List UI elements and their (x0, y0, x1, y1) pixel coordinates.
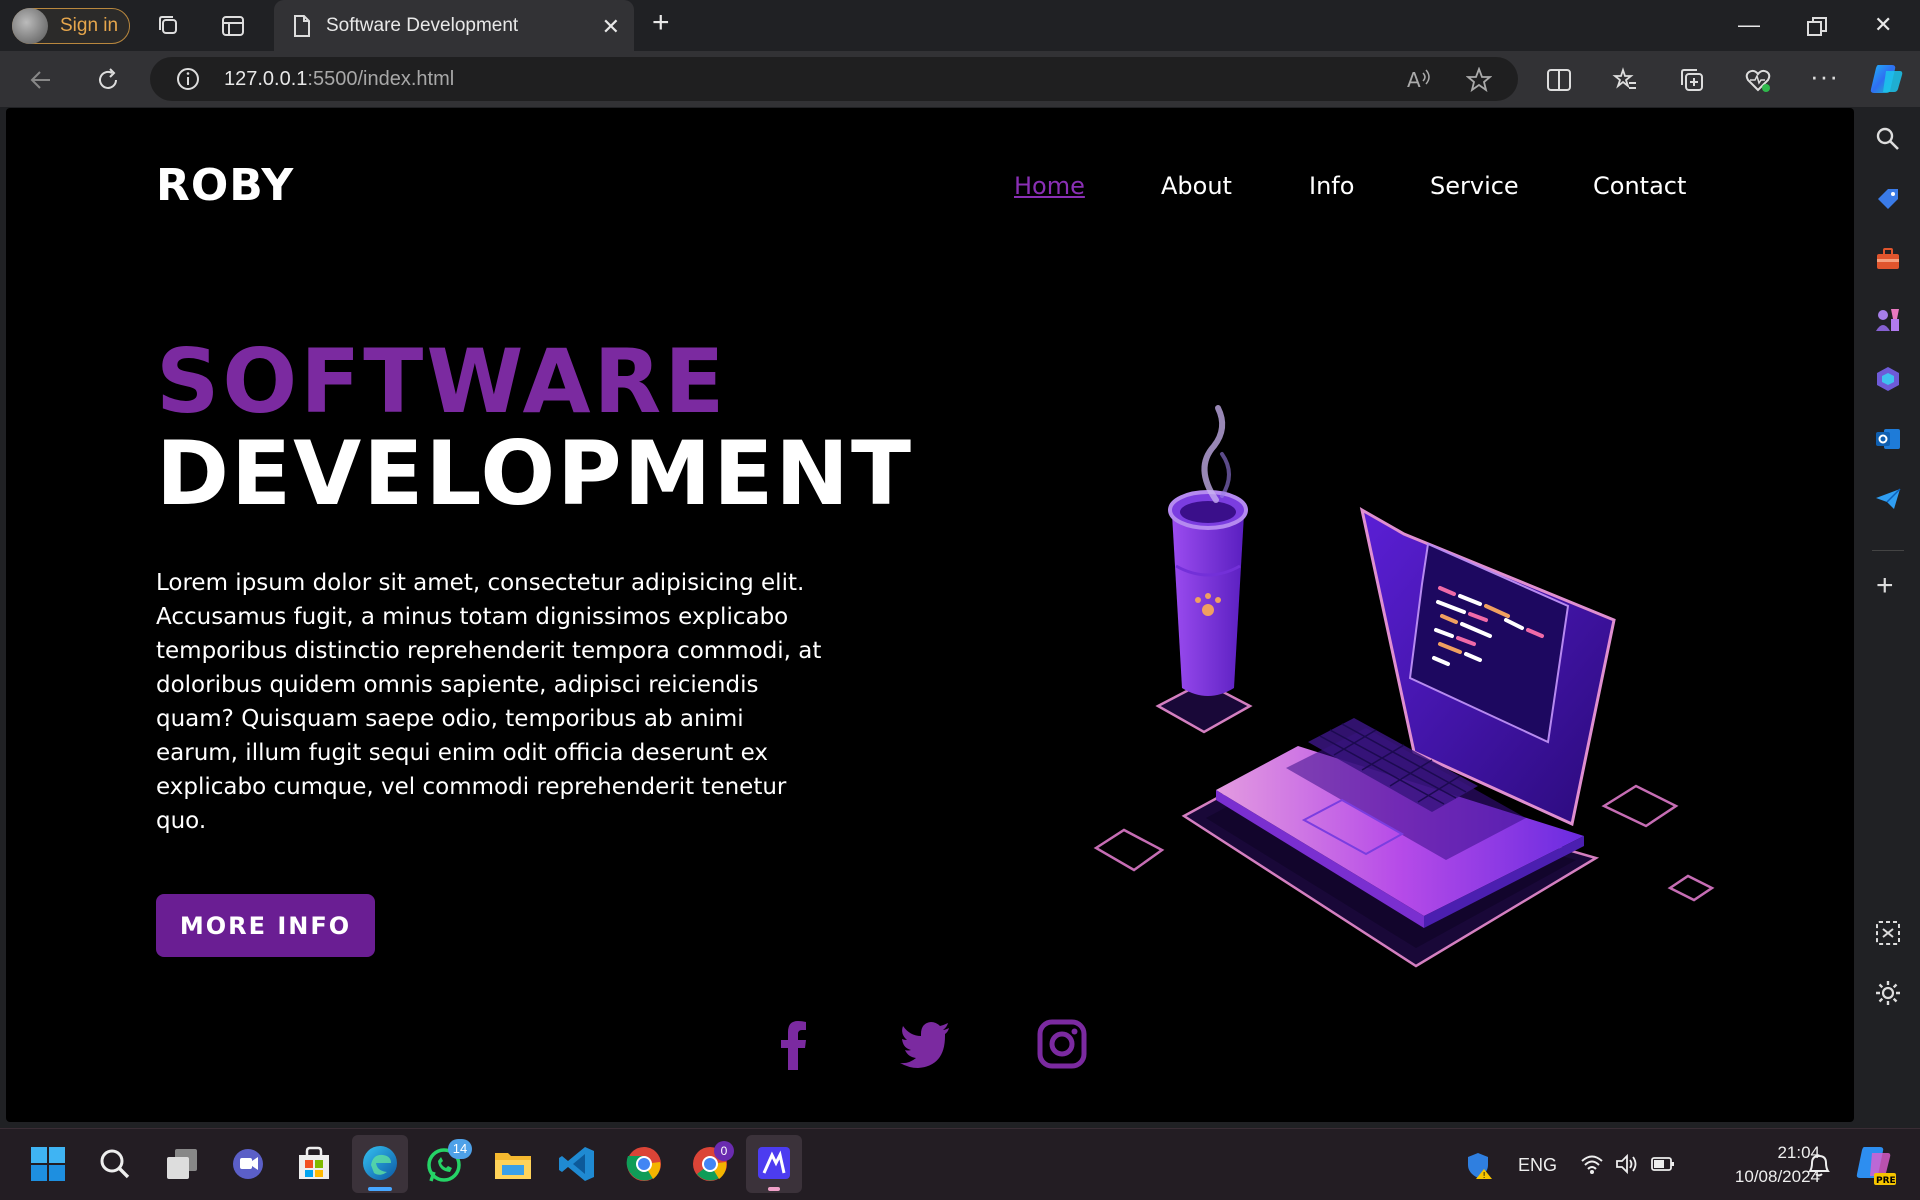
active-tab[interactable]: Software Development ✕ (274, 0, 634, 51)
web-page-viewport: ROBY Home About Info Service Contact SOF… (6, 108, 1854, 1122)
taskbar-search-icon[interactable] (94, 1143, 136, 1185)
microsoft-365-icon[interactable] (1874, 365, 1902, 393)
edge-sidebar: + (1856, 107, 1920, 1123)
nav-info[interactable]: Info (1309, 172, 1354, 200)
tools-icon[interactable] (1874, 245, 1902, 273)
whatsapp-notification-badge: 14 (448, 1139, 472, 1159)
input-language[interactable]: ENG (1518, 1155, 1557, 1176)
read-aloud-icon[interactable]: A (1406, 67, 1432, 91)
nav-about[interactable]: About (1161, 172, 1232, 200)
app-taskbar-button[interactable] (746, 1135, 802, 1193)
facebook-icon[interactable] (768, 1018, 820, 1070)
svg-text:A: A (1407, 68, 1421, 91)
task-view-icon[interactable] (161, 1143, 203, 1185)
copilot-icon[interactable] (1868, 63, 1904, 95)
nav-home[interactable]: Home (1014, 172, 1085, 200)
twitter-icon[interactable] (899, 1018, 951, 1070)
clock-time: 21:04 (1777, 1143, 1820, 1162)
favorite-star-icon[interactable] (1466, 67, 1492, 93)
restore-icon[interactable] (1804, 14, 1830, 40)
shopping-tag-icon[interactable] (1874, 185, 1902, 213)
more-info-button[interactable]: MORE INFO (156, 894, 375, 957)
close-tab-icon[interactable]: ✕ (602, 14, 620, 40)
split-screen-icon[interactable] (1546, 67, 1572, 93)
chrome-icon[interactable] (623, 1143, 665, 1185)
teams-chat-icon[interactable] (227, 1143, 269, 1185)
search-icon[interactable] (1874, 125, 1902, 153)
sign-in-button[interactable]: Sign in (12, 8, 130, 44)
laptop-coffee-illustration (1093, 405, 1715, 968)
url-box[interactable]: 127.0.0.1:5500/index.html A (150, 57, 1518, 101)
url-path: :5500/index.html (307, 68, 455, 90)
site-logo[interactable]: ROBY (156, 160, 294, 211)
url-host: 127.0.0.1 (224, 68, 308, 90)
battery-icon[interactable] (1650, 1154, 1676, 1174)
headline-development: DEVELOPMENT (156, 422, 913, 525)
settings-gear-icon[interactable] (1874, 979, 1902, 1007)
tab-title: Software Development (326, 14, 519, 36)
instagram-icon[interactable] (1036, 1018, 1088, 1070)
edge-taskbar-button[interactable] (352, 1135, 408, 1193)
clock-date: 10/08/2024 (1734, 1167, 1820, 1186)
refresh-icon[interactable] (95, 67, 121, 93)
intro-paragraph: Lorem ipsum dolor sit amet, consectetur … (156, 570, 822, 834)
favorites-icon[interactable] (1612, 67, 1638, 93)
app-running-indicator (768, 1187, 780, 1191)
new-tab-icon[interactable]: + (652, 6, 670, 40)
nav-contact[interactable]: Contact (1593, 172, 1686, 200)
collections-icon[interactable] (1679, 67, 1705, 93)
headline-software: SOFTWARE (156, 330, 728, 433)
add-sidebar-app-icon[interactable]: + (1876, 569, 1894, 603)
games-icon[interactable] (1874, 305, 1902, 333)
workspaces-icon[interactable] (156, 13, 182, 39)
browser-tab-bar: Sign in Software Development ✕ + — ✕ (0, 0, 1920, 51)
outlook-icon[interactable] (1874, 425, 1902, 453)
minimize-icon[interactable]: — (1738, 12, 1760, 38)
vscode-icon[interactable] (556, 1143, 598, 1185)
browser-essentials-icon[interactable] (1745, 67, 1771, 93)
site-info-icon[interactable] (176, 67, 200, 91)
file-explorer-icon[interactable] (492, 1143, 534, 1185)
page-icon (294, 14, 310, 37)
volume-icon[interactable] (1614, 1153, 1638, 1175)
design-app-icon (758, 1147, 790, 1179)
windows-start-icon[interactable] (27, 1143, 69, 1185)
tab-actions-icon[interactable] (220, 13, 246, 39)
address-bar-row: 127.0.0.1:5500/index.html A ··· (0, 51, 1920, 107)
close-window-icon[interactable]: ✕ (1874, 12, 1892, 38)
more-options-icon[interactable]: ··· (1810, 61, 1839, 92)
telegram-send-icon[interactable] (1874, 485, 1902, 513)
svg-text:PRE: PRE (1876, 1176, 1896, 1186)
edge-icon (363, 1146, 397, 1180)
system-clock[interactable]: 21:04 10/08/2024 (1700, 1141, 1820, 1189)
url-text[interactable]: 127.0.0.1:5500/index.html (224, 68, 454, 91)
windows-taskbar: 14 0 ! ENG 21:04 10/08/2024 PRE (0, 1128, 1920, 1200)
svg-text:!: ! (1483, 1171, 1486, 1180)
screenshot-icon[interactable] (1874, 919, 1902, 947)
notification-bell-icon[interactable] (1806, 1151, 1832, 1179)
sidebar-divider (1872, 550, 1904, 551)
wifi-icon[interactable] (1580, 1153, 1604, 1175)
active-app-indicator (368, 1187, 392, 1191)
microsoft-store-icon[interactable] (293, 1143, 335, 1185)
profile-avatar-icon (12, 8, 48, 44)
sign-in-label: Sign in (60, 15, 119, 36)
nav-service[interactable]: Service (1430, 172, 1519, 200)
chrome-profile-badge: 0 (714, 1141, 734, 1161)
windows-security-warning-icon[interactable]: ! (1466, 1151, 1494, 1181)
back-icon[interactable] (28, 67, 54, 93)
copilot-preview-icon[interactable]: PRE (1852, 1143, 1898, 1187)
